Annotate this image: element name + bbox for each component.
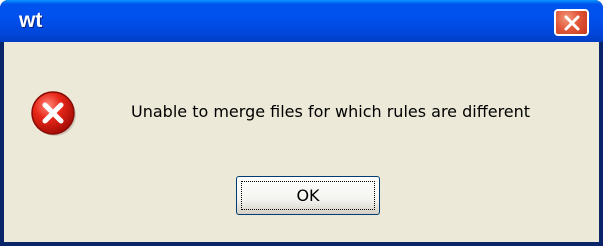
error-icon [31,91,76,136]
ok-button[interactable]: OK [236,176,380,215]
dialog-window: wt Unable to merge files for which rules… [0,0,603,246]
ok-button-label: OK [296,186,320,205]
window-title: wt [19,9,43,32]
close-icon [564,15,580,31]
dialog-body: Unable to merge files for which rules ar… [4,42,599,242]
close-button[interactable] [554,9,589,36]
focus-ring: OK [241,181,375,210]
error-message: Unable to merge files for which rules ar… [131,102,531,121]
title-bar[interactable]: wt [0,0,603,42]
